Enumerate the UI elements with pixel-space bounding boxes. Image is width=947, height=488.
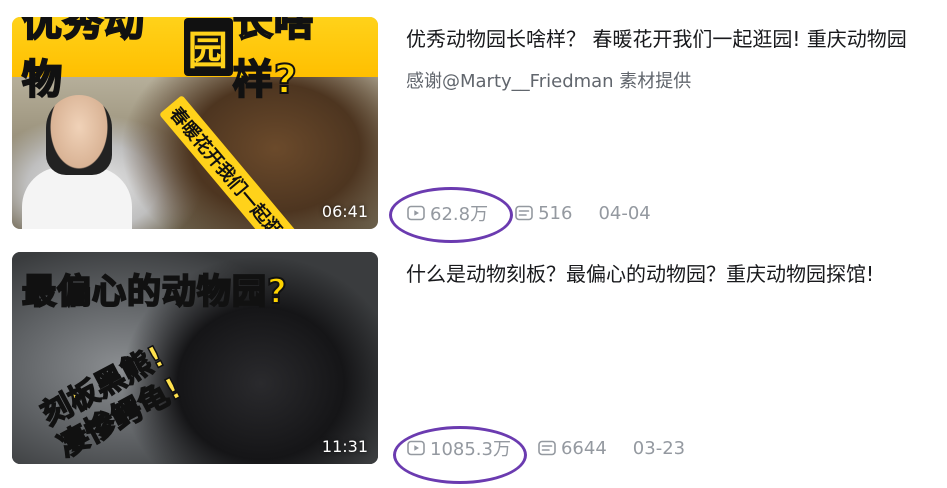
- publish-date: 04-04: [598, 203, 650, 224]
- video-info: 优秀动物园长啥样？ 春暖花开我们一起逛园! 重庆动物园 感谢@Marty__Fr…: [406, 17, 939, 229]
- video-duration: 06:41: [321, 202, 368, 221]
- video-thumbnail[interactable]: 优秀动物 园 长啥样? 春暖花开我们一起逛园 06:41: [12, 17, 378, 229]
- thumbnail-person: [46, 95, 112, 175]
- play-icon: [407, 440, 425, 456]
- thumbnail-headline-part-c: 的动物园?: [126, 271, 288, 313]
- video-title[interactable]: 优秀动物园长啥样？ 春暖花开我们一起逛园! 重庆动物园: [406, 17, 939, 53]
- video-card-2[interactable]: 最偏 心 的动物园? 刻板黑熊! 凄惨鳄龟! 11:31 什么是动物刻板？最偏心…: [0, 252, 947, 484]
- comment-count-value: 516: [538, 202, 573, 224]
- comment-count-value: 6644: [560, 437, 607, 459]
- comment-count: 516: [514, 203, 572, 224]
- comment-count: 6644: [537, 438, 607, 459]
- thumbnail-headline: 优秀动物 园 长啥样?: [12, 17, 378, 104]
- thumbnail-headline-part-a: 优秀动物: [21, 17, 145, 104]
- video-description: 感谢@Marty__Friedman 素材提供: [406, 71, 692, 92]
- thumbnail-headline-part-a: 最偏: [21, 271, 92, 313]
- video-title[interactable]: 什么是动物刻板？最偏心的动物园？重庆动物园探馆!: [406, 252, 939, 288]
- view-count: 1085.3万: [406, 435, 511, 461]
- thumbnail-headline-part-b: 园: [183, 18, 233, 76]
- video-info: 什么是动物刻板？最偏心的动物园？重庆动物园探馆! 1085.3万 6644 03…: [406, 252, 939, 464]
- view-count: 62.8万: [406, 200, 488, 226]
- danmaku-icon: [538, 440, 556, 456]
- publish-date-value: 03-23: [632, 437, 686, 459]
- publish-date: 03-23: [633, 438, 685, 459]
- video-duration: 11:31: [321, 437, 368, 456]
- play-icon: [407, 205, 425, 221]
- video-card-1[interactable]: 优秀动物 园 长啥样? 春暖花开我们一起逛园 06:41 优秀动物园长啥样？ 春…: [0, 17, 947, 243]
- video-thumbnail[interactable]: 最偏 心 的动物园? 刻板黑熊! 凄惨鳄龟! 11:31: [12, 252, 378, 464]
- thumbnail-headline: 最偏 心 的动物园?: [12, 258, 378, 318]
- publish-date-value: 04-04: [598, 202, 651, 224]
- view-count-value: 62.8万: [430, 204, 489, 225]
- thumbnail-headline-part-b: 心: [91, 271, 127, 313]
- video-stats: 1085.3万 6644 03-23: [406, 434, 711, 462]
- video-stats: 62.8万 516 04-04: [406, 199, 677, 227]
- view-count-value: 1085.3万: [430, 439, 511, 460]
- danmaku-icon: [515, 205, 533, 221]
- thumbnail-headline-part-c: 长啥样?: [232, 17, 315, 104]
- thumbnail-person-body: [22, 167, 132, 229]
